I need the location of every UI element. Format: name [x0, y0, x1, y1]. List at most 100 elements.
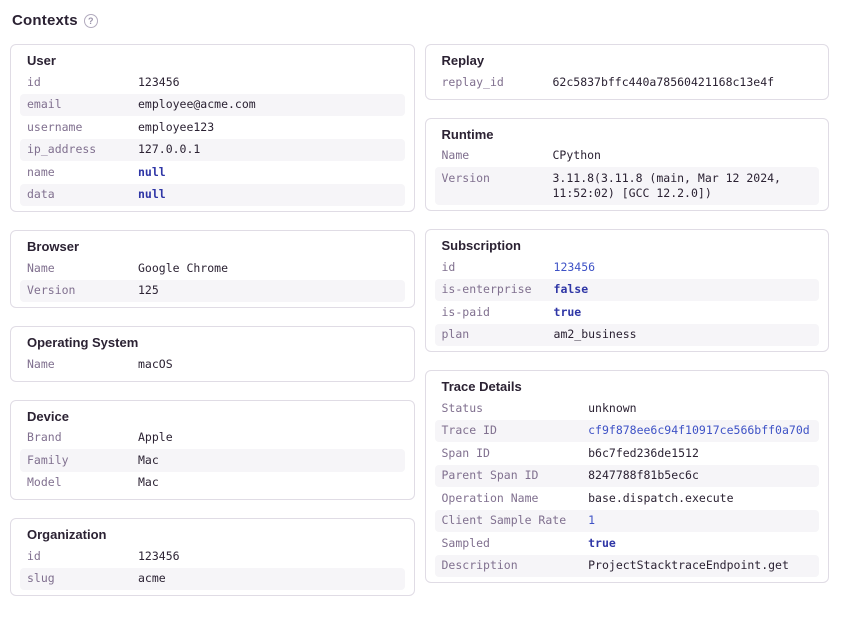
context-value: cf9f878ee6c94f10917ce566bff0a70d: [581, 420, 819, 443]
context-row-model: ModelMac: [20, 472, 405, 495]
context-key: Name: [20, 353, 131, 376]
context-value: null: [131, 161, 405, 184]
context-value: 125: [131, 280, 405, 303]
card-title: Organization: [20, 526, 405, 543]
context-key: id: [20, 71, 131, 94]
context-card-organization: Organization id123456slugacme: [10, 518, 415, 596]
key-value-table: StatusunknownTrace IDcf9f878ee6c94f10917…: [435, 397, 820, 577]
context-key: Operation Name: [435, 487, 582, 510]
context-value: CPython: [546, 145, 820, 168]
context-row-username: usernameemployee123: [20, 116, 405, 139]
key-value-table: id123456is-enterprisefalseis-paidtruepla…: [435, 256, 820, 346]
trace-id-link[interactable]: cf9f878ee6c94f10917ce566bff0a70d: [588, 423, 810, 437]
context-row-brand: BrandApple: [20, 427, 405, 450]
card-title: Runtime: [435, 126, 820, 143]
context-key: Name: [435, 145, 546, 168]
context-card-operating-system: Operating SystemNamemacOS: [10, 326, 415, 382]
value-text: Mac: [138, 453, 159, 467]
context-key: Sampled: [435, 532, 582, 555]
value-text: b6c7fed236de1512: [588, 446, 699, 460]
key-value-table: NameCPythonVersion3.11.8(3.11.8 (main, M…: [435, 145, 820, 206]
card-title: Replay: [435, 52, 820, 69]
context-value: 123456: [131, 71, 405, 94]
context-row-data: datanull: [20, 184, 405, 207]
value-text: 62c5837bffc440a78560421168c13e4f: [553, 75, 775, 89]
context-row-client-sample-rate: Client Sample Rate 1: [435, 510, 820, 533]
value-text: 1: [588, 513, 595, 527]
context-card-device: DeviceBrandAppleFamilyMacModelMac: [10, 400, 415, 501]
value-text: 123456: [138, 75, 180, 89]
context-card-runtime: Runtime NameCPythonVersion3.11.8(3.11.8 (…: [425, 118, 830, 212]
key-value-table: BrandAppleFamilyMacModelMac: [20, 427, 405, 495]
contexts-page: Contexts ? User id 123456 emailemployee@acm…: [0, 0, 844, 596]
column-right: Replay replay_id62c5837bffc440a7856042116…: [425, 44, 830, 583]
context-value: base.dispatch.execute: [581, 487, 819, 510]
context-row-span-id: Span ID b6c7fed236de1512: [435, 442, 820, 465]
value-text: true: [588, 536, 616, 550]
context-row-ip-address: ip_address127.0.0.1: [20, 139, 405, 162]
value-text: acme: [138, 571, 166, 585]
context-value: Apple: [131, 427, 405, 450]
value-text: true: [554, 305, 582, 319]
context-row-name: NameCPython: [435, 145, 820, 168]
context-row-name: NameGoogle Chrome: [20, 257, 405, 280]
context-columns: User id 123456 emailemployee@acme.comuserna…: [10, 44, 829, 596]
context-row-is-paid: is-paid true: [435, 301, 820, 324]
context-row-operation-name: Operation Name base.dispatch.execute: [435, 487, 820, 510]
card-title: Browser: [20, 238, 405, 255]
value-text: null: [138, 165, 166, 179]
context-row-email: emailemployee@acme.com: [20, 94, 405, 117]
context-card-replay: Replay replay_id62c5837bffc440a7856042116…: [425, 44, 830, 100]
context-row-trace-id: Trace IDcf9f878ee6c94f10917ce566bff0a70d: [435, 420, 820, 443]
context-value: unknown: [581, 397, 819, 420]
context-value: 123456: [131, 545, 405, 568]
context-value: Google Chrome: [131, 257, 405, 280]
value-text: base.dispatch.execute: [588, 491, 733, 505]
context-key: is-paid: [435, 301, 547, 324]
context-key: id: [435, 256, 547, 279]
context-value: 3.11.8(3.11.8 (main, Mar 12 2024, 11:52:…: [546, 167, 820, 205]
context-card-trace-details: Trace Details StatusunknownTrace IDcf9f87…: [425, 370, 830, 583]
card-title: Trace Details: [435, 378, 820, 395]
context-row-version: Version 125: [20, 280, 405, 303]
context-value: true: [581, 532, 819, 555]
context-key: Parent Span ID: [435, 465, 582, 488]
context-key: Client Sample Rate: [435, 510, 582, 533]
context-row-family: Family Mac: [20, 449, 405, 472]
value-text: null: [138, 187, 166, 201]
context-row-name: NamemacOS: [20, 353, 405, 376]
key-value-table: id123456slugacme: [20, 545, 405, 590]
circle-question-icon[interactable]: ?: [84, 14, 98, 28]
value-text: 127.0.0.1: [138, 142, 200, 156]
context-key: Version: [20, 280, 131, 303]
value-text: Google Chrome: [138, 261, 228, 275]
context-value: true: [547, 301, 819, 324]
context-row-slug: slugacme: [20, 568, 405, 591]
context-key: name: [20, 161, 131, 184]
context-value: b6c7fed236de1512: [581, 442, 819, 465]
context-value: employee@acme.com: [131, 94, 405, 117]
context-key: plan: [435, 324, 547, 347]
page-title: Contexts: [12, 12, 78, 29]
context-row-is-enterprise: is-enterprisefalse: [435, 279, 820, 302]
value-text: 3.11.8(3.11.8 (main, Mar 12 2024, 11:52:…: [553, 171, 781, 201]
context-card-browser: Browser NameGoogle ChromeVersion 125: [10, 230, 415, 308]
context-value: am2_business: [547, 324, 819, 347]
card-title: Device: [20, 408, 405, 425]
card-title: Subscription: [435, 237, 820, 254]
context-key: Family: [20, 449, 131, 472]
context-value: Mac: [131, 449, 405, 472]
context-key: Description: [435, 555, 582, 578]
key-value-table: NameGoogle ChromeVersion 125: [20, 257, 405, 302]
context-value: 8247788f81b5ec6c: [581, 465, 819, 488]
contexts-header: Contexts ?: [12, 12, 829, 29]
context-key: Span ID: [435, 442, 582, 465]
context-card-subscription: Subscriptionid123456is-enterprisefalseis…: [425, 229, 830, 352]
card-title: User: [20, 52, 405, 69]
key-value-table: replay_id62c5837bffc440a78560421168c13e4…: [435, 71, 820, 94]
context-value: 127.0.0.1: [131, 139, 405, 162]
column-left: User id 123456 emailemployee@acme.comuserna…: [10, 44, 415, 596]
value-text: Mac: [138, 475, 159, 489]
context-value: employee123: [131, 116, 405, 139]
value-text: 125: [138, 283, 159, 297]
